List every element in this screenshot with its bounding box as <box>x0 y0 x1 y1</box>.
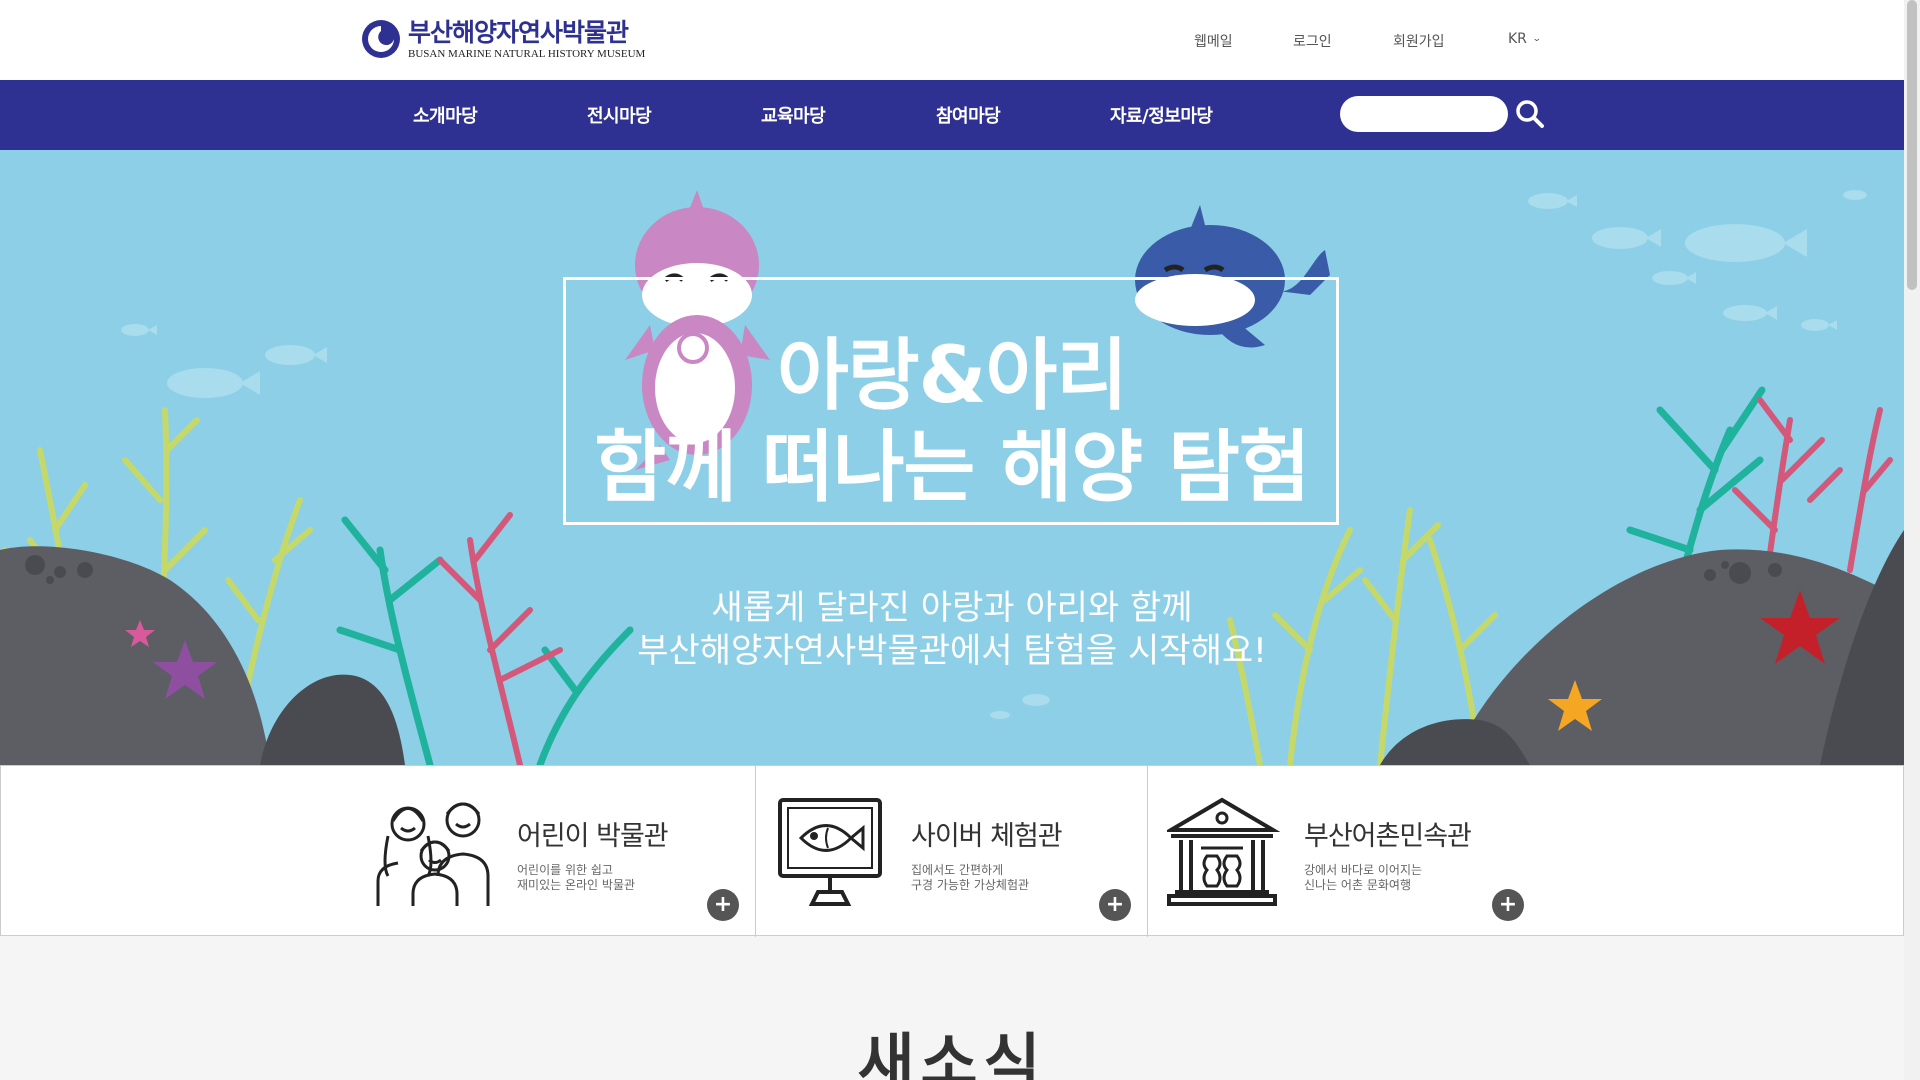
chevron-down-icon: ⌄ <box>1531 34 1542 44</box>
news-section-title: 새소식 <box>857 1026 1047 1080</box>
webmail-link[interactable]: 웹메일 <box>1194 31 1233 51</box>
hero-banner[interactable]: 아랑&아리 함께 떠나는 해양 탐험 새롭게 달라진 아랑과 아리와 함께 부산… <box>0 150 1904 765</box>
scrollbar-thumb[interactable] <box>1907 0 1917 290</box>
hero-title-line2: 함께 떠나는 해양 탐험 <box>594 423 1310 513</box>
card-desc-line1: 어린이를 위한 쉽고 <box>517 863 613 877</box>
search-input[interactable] <box>1340 96 1508 132</box>
main-nav: 소개마당 전시마당 교육마당 참여마당 자료/정보마당 <box>0 80 1904 150</box>
nav-item-intro[interactable]: 소개마당 <box>413 102 478 128</box>
logo-english-name: BUSAN MARINE NATURAL HISTORY MUSEUM <box>408 47 646 60</box>
card-desc-line2: 재미있는 온라인 박물관 <box>517 878 636 892</box>
language-selector[interactable]: KR ⌄ <box>1508 31 1542 47</box>
card-cyber-experience[interactable]: 사이버 체험관 집에서도 간편하게 구경 가능한 가상체험관 + <box>756 766 1147 937</box>
nav-item-exhibition[interactable]: 전시마당 <box>587 102 652 128</box>
logo-korean-name: 부산해양자연사박물관 <box>408 17 629 47</box>
hero-subtitle-line1: 새롭게 달라진 아랑과 아리와 함께 <box>711 588 1193 628</box>
plus-icon[interactable]: + <box>1099 889 1131 921</box>
hero-subtitle-line2: 부산해양자연사박물관에서 탐험을 시작해요! <box>637 631 1267 671</box>
login-link[interactable]: 로그인 <box>1293 31 1332 51</box>
card-desc-line1: 강에서 바다로 이어지는 <box>1304 863 1423 877</box>
monitor-fish-icon <box>778 798 882 906</box>
nav-item-resources[interactable]: 자료/정보마당 <box>1110 102 1213 128</box>
site-logo[interactable]: 부산해양자연사박물관 BUSAN MARINE NATURAL HISTORY … <box>360 18 645 60</box>
family-icon <box>376 802 490 906</box>
card-desc-line2: 구경 가능한 가상체험관 <box>911 878 1030 892</box>
language-label: KR <box>1508 31 1527 47</box>
card-title: 부산어촌민속관 <box>1304 821 1472 852</box>
card-title: 사이버 체험관 <box>911 821 1063 852</box>
card-children-museum[interactable]: 어린이 박물관 어린이를 위한 쉽고 재미있는 온라인 박물관 + <box>1 766 755 937</box>
card-desc-line1: 집에서도 간편하게 <box>911 863 1004 877</box>
logo-mark-icon <box>362 20 400 58</box>
plus-icon[interactable]: + <box>1492 889 1524 921</box>
card-desc: 어린이를 위한 쉽고 재미있는 온라인 박물관 <box>517 863 635 893</box>
card-title: 어린이 박물관 <box>517 821 669 852</box>
signup-link[interactable]: 회원가입 <box>1393 31 1445 51</box>
museum-building-icon <box>1167 797 1281 906</box>
card-desc: 강에서 바다로 이어지는 신나는 어촌 문화여행 <box>1304 863 1422 893</box>
nav-item-participation[interactable]: 참여마당 <box>936 102 1001 128</box>
card-desc-line2: 신나는 어촌 문화여행 <box>1304 878 1411 892</box>
card-fishing-village-museum[interactable]: 부산어촌민속관 강에서 바다로 이어지는 신나는 어촌 문화여행 + <box>1148 766 1905 937</box>
card-desc: 집에서도 간편하게 구경 가능한 가상체험관 <box>911 863 1029 893</box>
quick-menu: 어린이 박물관 어린이를 위한 쉽고 재미있는 온라인 박물관 + 사이버 체험… <box>0 765 1905 937</box>
nav-item-education[interactable]: 교육마당 <box>761 102 826 128</box>
top-header: 부산해양자연사박물관 BUSAN MARINE NATURAL HISTORY … <box>0 0 1904 80</box>
plus-icon[interactable]: + <box>707 889 739 921</box>
search-icon[interactable] <box>1514 98 1546 130</box>
